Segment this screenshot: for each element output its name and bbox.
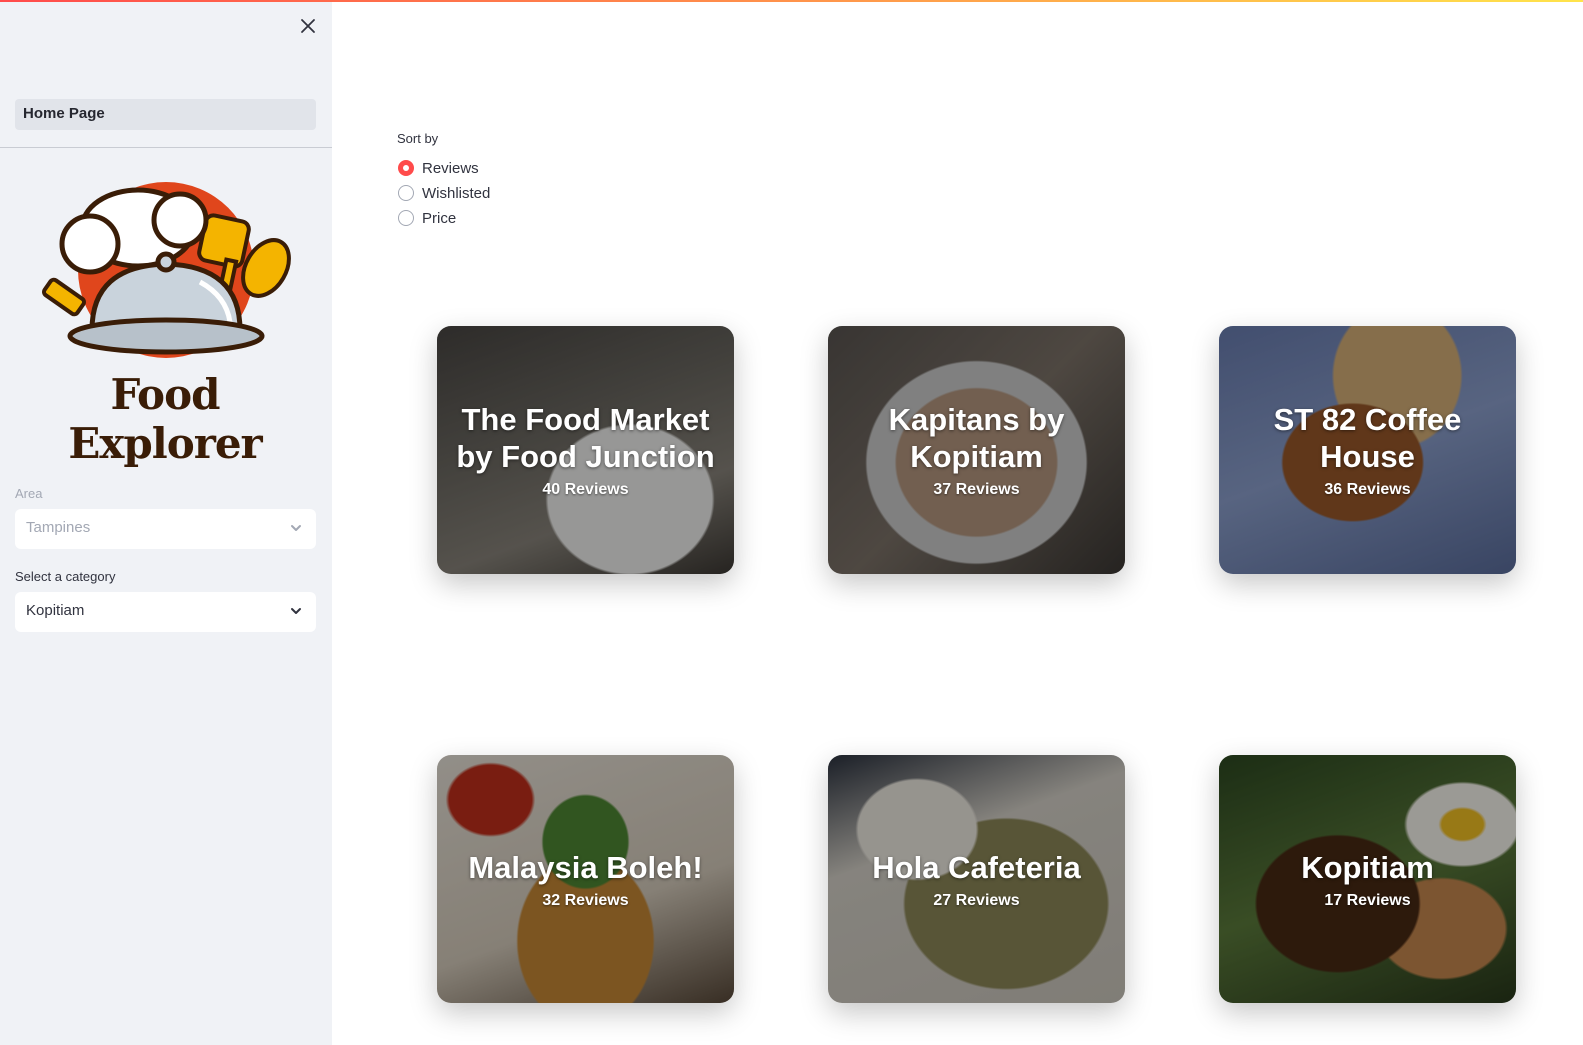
restaurant-name: Malaysia Boleh! <box>468 849 703 885</box>
restaurant-card[interactable]: Malaysia Boleh! 32 Reviews <box>437 755 734 1003</box>
area-label: Area <box>15 486 43 501</box>
card-text: Hola Cafeteria 27 Reviews <box>828 755 1125 1003</box>
sort-option-label: Wishlisted <box>422 184 491 202</box>
review-count: 17 Reviews <box>1324 891 1411 909</box>
sort-option-reviews[interactable]: Reviews <box>398 158 479 178</box>
restaurant-card[interactable]: ST 82 Coffee House 36 Reviews <box>1219 326 1516 574</box>
radio-unchecked-icon <box>398 210 414 226</box>
card-text: Malaysia Boleh! 32 Reviews <box>437 755 734 1003</box>
review-count: 36 Reviews <box>1324 481 1411 498</box>
sort-option-label: Price <box>422 209 457 227</box>
category-select[interactable]: Kopitiam <box>15 592 316 632</box>
restaurant-card[interactable]: The Food Market by Food Junction 40 Revi… <box>437 326 734 574</box>
sort-option-label: Reviews <box>422 159 479 177</box>
restaurant-card[interactable]: Hola Cafeteria 27 Reviews <box>828 755 1125 1003</box>
top-decoration-bar <box>0 0 1583 2</box>
area-select-value: Tampines <box>26 519 91 536</box>
review-count: 37 Reviews <box>933 481 1020 498</box>
restaurant-name: The Food Market by Food Junction <box>456 402 715 474</box>
card-text: Kopitiam 17 Reviews <box>1219 755 1516 1003</box>
radio-checked-icon <box>398 160 414 176</box>
restaurant-card[interactable]: Kopitiam 17 Reviews <box>1219 755 1516 1003</box>
review-count: 32 Reviews <box>542 891 629 909</box>
close-sidebar-button[interactable] <box>296 14 320 38</box>
sort-option-price[interactable]: Price <box>398 208 456 228</box>
area-select[interactable]: Tampines <box>15 509 316 549</box>
nav-divider <box>0 147 332 148</box>
logo-text: Food Explorer <box>68 370 262 468</box>
sort-by-label: Sort by <box>397 131 439 146</box>
restaurant-name: ST 82 Coffee House <box>1273 402 1462 474</box>
category-select-value: Kopitiam <box>26 602 85 619</box>
sidebar: Home Page Food Explorer Area Tampines Se… <box>0 0 332 1045</box>
restaurant-name: Kopitiam <box>1301 849 1434 885</box>
chef-cloche-icon <box>42 182 291 358</box>
sort-option-wishlisted[interactable]: Wishlisted <box>398 183 490 203</box>
review-count: 27 Reviews <box>933 891 1020 909</box>
chevron-down-icon <box>291 608 301 614</box>
review-count: 40 Reviews <box>542 481 629 498</box>
card-text: The Food Market by Food Junction 40 Revi… <box>437 326 734 574</box>
chevron-down-icon <box>291 525 301 531</box>
restaurant-name: Kapitans by Kopitiam <box>888 402 1065 474</box>
card-text: ST 82 Coffee House 36 Reviews <box>1219 326 1516 574</box>
restaurant-name: Hola Cafeteria <box>872 849 1081 885</box>
card-text: Kapitans by Kopitiam 37 Reviews <box>828 326 1125 574</box>
nav-item-home-page[interactable]: Home Page <box>15 99 316 130</box>
food-explorer-logo: Food Explorer <box>30 170 300 468</box>
category-label: Select a category <box>15 569 116 584</box>
close-icon <box>301 19 315 33</box>
radio-unchecked-icon <box>398 185 414 201</box>
restaurant-card[interactable]: Kapitans by Kopitiam 37 Reviews <box>828 326 1125 574</box>
